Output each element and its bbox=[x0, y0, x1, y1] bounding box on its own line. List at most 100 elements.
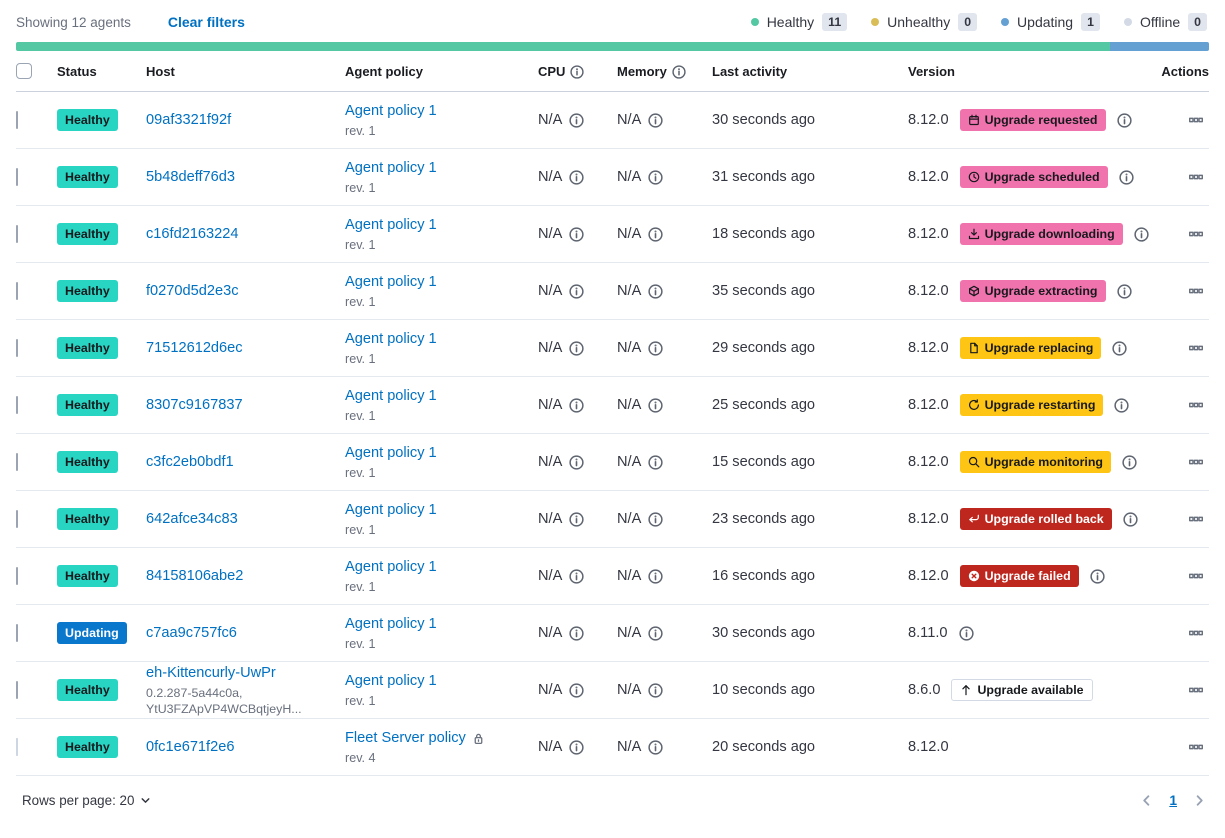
memory-info-icon[interactable] bbox=[648, 511, 663, 527]
agent-policy-link[interactable]: Agent policy 1 bbox=[345, 616, 437, 632]
memory-info-icon[interactable] bbox=[648, 682, 663, 698]
memory-info-icon[interactable] bbox=[648, 739, 663, 755]
host-link[interactable]: c7aa9c757fc6 bbox=[146, 624, 237, 643]
upgrade-status-badge[interactable]: Upgrade restarting bbox=[960, 394, 1104, 416]
legend-item-offline[interactable]: Offline0 bbox=[1124, 13, 1207, 31]
cpu-info-icon[interactable] bbox=[569, 283, 584, 299]
agent-policy-link[interactable]: Agent policy 1 bbox=[345, 274, 437, 290]
row-actions-button[interactable] bbox=[1185, 451, 1207, 473]
upgrade-details-info-icon[interactable] bbox=[1119, 169, 1134, 186]
upgrade-status-badge[interactable]: Upgrade requested bbox=[960, 109, 1106, 131]
memory-info-icon[interactable] bbox=[648, 112, 663, 128]
row-checkbox[interactable] bbox=[16, 510, 18, 528]
row-actions-button[interactable] bbox=[1185, 508, 1207, 530]
upgrade-status-badge[interactable]: Upgrade failed bbox=[960, 565, 1079, 587]
column-header-version[interactable]: Version bbox=[908, 64, 1149, 79]
host-link[interactable]: eh-Kittencurly-UwPr bbox=[146, 664, 276, 683]
memory-info-icon[interactable] bbox=[648, 340, 663, 356]
row-actions-button[interactable] bbox=[1185, 679, 1207, 701]
host-link[interactable]: c3fc2eb0bdf1 bbox=[146, 453, 234, 472]
cpu-info-icon[interactable] bbox=[569, 112, 584, 128]
row-actions-button[interactable] bbox=[1185, 394, 1207, 416]
upgrade-details-info-icon[interactable] bbox=[1117, 283, 1132, 300]
row-checkbox[interactable] bbox=[16, 339, 18, 357]
host-link[interactable]: 8307c9167837 bbox=[146, 396, 243, 415]
memory-info-icon[interactable] bbox=[648, 283, 663, 299]
upgrade-details-info-icon[interactable] bbox=[1134, 226, 1149, 243]
memory-info-icon[interactable] bbox=[648, 226, 663, 242]
legend-item-healthy[interactable]: Healthy11 bbox=[751, 13, 847, 31]
upgrade-details-info-icon[interactable] bbox=[1122, 454, 1137, 471]
cpu-info-icon[interactable] bbox=[569, 169, 584, 185]
agent-policy-link[interactable]: Agent policy 1 bbox=[345, 445, 437, 461]
host-link[interactable]: 0fc1e671f2e6 bbox=[146, 738, 234, 757]
row-actions-button[interactable] bbox=[1185, 622, 1207, 644]
host-link[interactable]: c16fd2163224 bbox=[146, 225, 239, 244]
cpu-info-icon[interactable] bbox=[569, 454, 584, 470]
upgrade-details-info-icon[interactable] bbox=[1112, 340, 1127, 357]
row-checkbox[interactable] bbox=[16, 624, 18, 642]
row-checkbox[interactable] bbox=[16, 567, 18, 585]
rows-per-page-button[interactable]: Rows per page: 20 bbox=[16, 792, 158, 809]
upgrade-status-badge[interactable]: Upgrade downloading bbox=[960, 223, 1123, 245]
cpu-info-icon[interactable] bbox=[569, 739, 584, 755]
agent-policy-link[interactable]: Agent policy 1 bbox=[345, 217, 437, 233]
column-header-status[interactable]: Status bbox=[57, 64, 146, 79]
agent-policy-link[interactable]: Agent policy 1 bbox=[345, 559, 437, 575]
memory-info-icon[interactable] bbox=[648, 169, 663, 185]
host-link[interactable]: 71512612d6ec bbox=[146, 339, 243, 358]
agent-policy-link[interactable]: Agent policy 1 bbox=[345, 103, 437, 119]
cpu-info-icon[interactable] bbox=[569, 340, 584, 356]
column-header-memory[interactable]: Memory bbox=[617, 63, 712, 79]
host-link[interactable]: 09af3321f92f bbox=[146, 111, 231, 130]
legend-item-unhealthy[interactable]: Unhealthy0 bbox=[871, 13, 977, 31]
row-actions-button[interactable] bbox=[1185, 337, 1207, 359]
host-link[interactable]: 642afce34c83 bbox=[146, 510, 238, 529]
column-header-policy[interactable]: Agent policy bbox=[345, 64, 538, 79]
legend-item-updating[interactable]: Updating1 bbox=[1001, 13, 1100, 31]
row-checkbox[interactable] bbox=[16, 225, 18, 243]
row-checkbox[interactable] bbox=[16, 396, 18, 414]
cpu-info-icon[interactable] bbox=[569, 226, 584, 242]
row-actions-button[interactable] bbox=[1185, 166, 1207, 188]
previous-page-button[interactable] bbox=[1137, 791, 1156, 810]
agent-policy-link[interactable]: Agent policy 1 bbox=[345, 160, 437, 176]
cpu-info-icon[interactable] bbox=[569, 511, 584, 527]
row-actions-button[interactable] bbox=[1185, 223, 1207, 245]
row-actions-button[interactable] bbox=[1185, 280, 1207, 302]
host-link[interactable]: 5b48deff76d3 bbox=[146, 168, 235, 187]
row-checkbox[interactable] bbox=[16, 681, 18, 699]
row-checkbox[interactable] bbox=[16, 453, 18, 471]
row-actions-button[interactable] bbox=[1185, 736, 1207, 758]
row-checkbox[interactable] bbox=[16, 282, 18, 300]
column-header-last-activity[interactable]: Last activity bbox=[712, 64, 908, 79]
upgrade-details-info-icon[interactable] bbox=[1123, 511, 1138, 528]
row-actions-button[interactable] bbox=[1185, 109, 1207, 131]
column-header-cpu[interactable]: CPU bbox=[538, 63, 617, 79]
host-link[interactable]: f0270d5d2e3c bbox=[146, 282, 239, 301]
upgrade-status-badge[interactable]: Upgrade extracting bbox=[960, 280, 1106, 302]
upgrade-status-badge[interactable]: Upgrade rolled back bbox=[960, 508, 1112, 530]
cpu-info-icon[interactable] bbox=[569, 625, 584, 641]
upgrade-status-badge[interactable]: Upgrade available bbox=[951, 679, 1092, 701]
upgrade-status-badge[interactable]: Upgrade scheduled bbox=[960, 166, 1108, 188]
column-header-host[interactable]: Host bbox=[146, 64, 345, 79]
memory-info-icon[interactable] bbox=[648, 397, 663, 413]
upgrade-status-badge[interactable]: Upgrade replacing bbox=[960, 337, 1102, 359]
upgrade-details-info-icon[interactable] bbox=[959, 625, 974, 642]
upgrade-details-info-icon[interactable] bbox=[1090, 568, 1105, 585]
agent-policy-link[interactable]: Agent policy 1 bbox=[345, 673, 437, 689]
select-all-checkbox[interactable] bbox=[16, 63, 32, 79]
agent-policy-link[interactable]: Agent policy 1 bbox=[345, 331, 437, 347]
row-checkbox[interactable] bbox=[16, 168, 18, 186]
page-number-1[interactable]: 1 bbox=[1160, 793, 1186, 808]
agent-policy-link[interactable]: Fleet Server policy bbox=[345, 730, 466, 746]
cpu-info-icon[interactable] bbox=[569, 682, 584, 698]
upgrade-status-badge[interactable]: Upgrade monitoring bbox=[960, 451, 1111, 473]
next-page-button[interactable] bbox=[1190, 791, 1209, 810]
agent-policy-link[interactable]: Agent policy 1 bbox=[345, 388, 437, 404]
row-checkbox[interactable] bbox=[16, 111, 18, 129]
row-actions-button[interactable] bbox=[1185, 565, 1207, 587]
memory-info-icon[interactable] bbox=[648, 625, 663, 641]
upgrade-details-info-icon[interactable] bbox=[1117, 112, 1132, 129]
